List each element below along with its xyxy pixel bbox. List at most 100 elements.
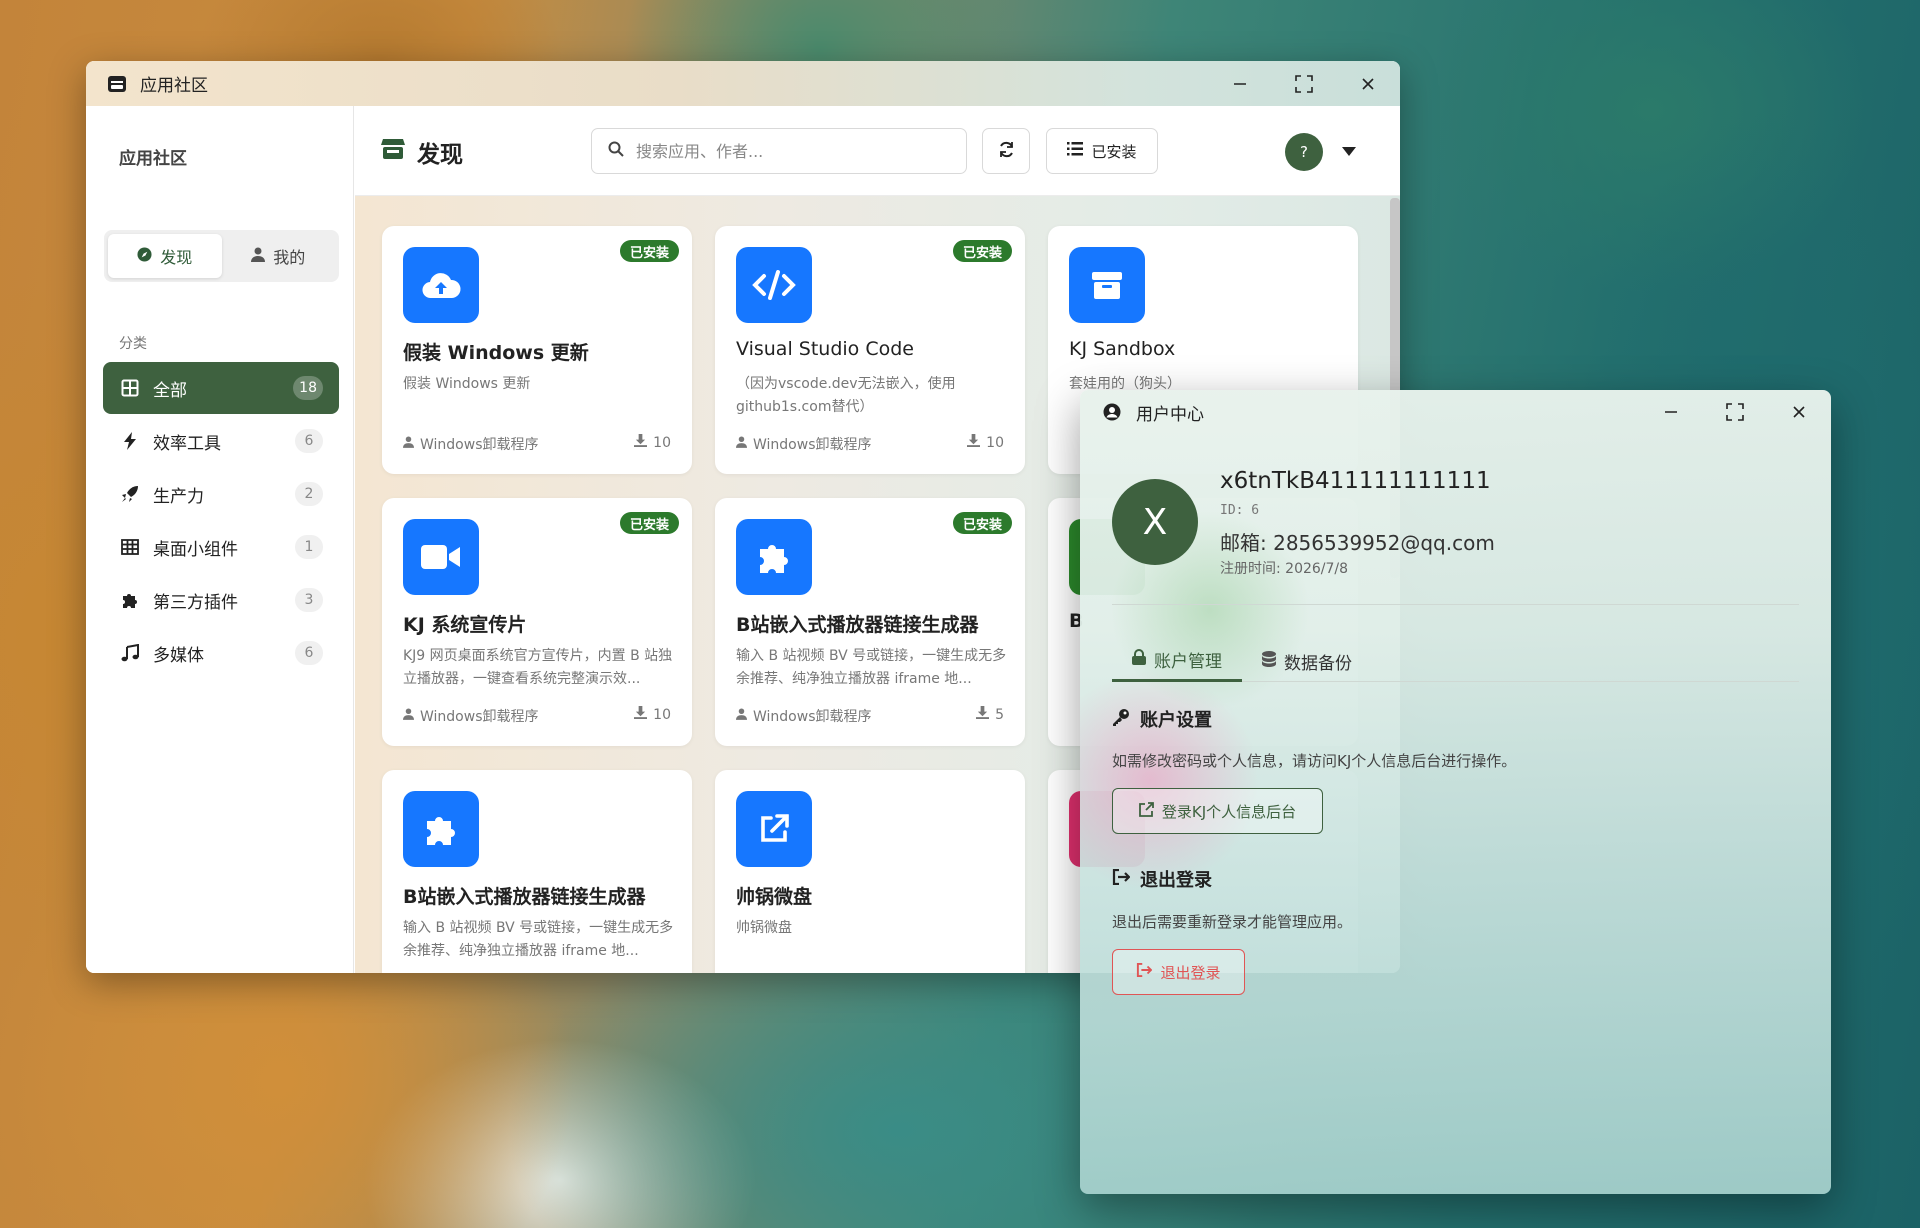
category-plugins[interactable]: 第三方插件 3 <box>103 574 339 626</box>
download-count: 10 <box>634 706 671 723</box>
installed-badge: 已安装 <box>619 512 679 534</box>
code-icon <box>736 247 812 323</box>
tab-account-management[interactable]: 账户管理 <box>1112 640 1242 682</box>
app-card[interactable]: 已安装 假装 Windows 更新 假装 Windows 更新 Windows卸… <box>382 226 692 474</box>
segment-label: 发现 <box>160 248 193 267</box>
category-label: 效率工具 <box>153 433 221 454</box>
puzzle-icon <box>736 519 812 595</box>
category-multimedia[interactable]: 多媒体 6 <box>103 627 339 679</box>
app-card[interactable]: B站嵌入式播放器链接生成器 输入 B 站视频 BV 号或链接，一键生成无多余推荐… <box>382 770 692 973</box>
search-icon <box>608 141 624 161</box>
user-circle-icon <box>1102 402 1122 422</box>
app-description: 假装 Windows 更新 <box>403 376 531 392</box>
app-author: Windows卸载程序 <box>736 434 872 454</box>
segment-discover[interactable]: 发现 <box>108 234 222 278</box>
user-icon <box>251 247 266 266</box>
button-label: 退出登录 <box>1160 963 1221 982</box>
category-count: 18 <box>293 376 323 400</box>
user-center-titlebar[interactable]: 用户中心 <box>1080 390 1831 434</box>
close-button[interactable] <box>1336 61 1400 106</box>
search-input[interactable] <box>636 141 936 161</box>
maximize-button[interactable] <box>1272 61 1336 106</box>
key-icon <box>1112 708 1130 731</box>
button-label: 登录KJ个人信息后台 <box>1161 802 1297 821</box>
search-box[interactable] <box>591 128 967 174</box>
app-description: KJ9 网页桌面系统官方宣传片，内置 B 站独立播放器，一键查看系统完整演示效.… <box>403 648 673 687</box>
download-icon <box>967 434 981 451</box>
download-icon <box>634 434 648 451</box>
logout-button[interactable]: 退出登录 <box>1112 949 1245 995</box>
installed-filter-button[interactable]: 已安装 <box>1046 128 1158 174</box>
download-icon <box>976 706 990 723</box>
app-description: （因为vscode.dev无法嵌入，使用github1s.com替代） <box>736 376 956 415</box>
author-name: Windows卸载程序 <box>753 709 872 725</box>
cloud-upload-icon <box>403 247 479 323</box>
rocket-icon <box>119 485 141 503</box>
open-profile-backend-button[interactable]: 登录KJ个人信息后台 <box>1112 788 1323 834</box>
grid-icon <box>119 379 141 397</box>
user-icon <box>736 708 747 724</box>
tab-label: 数据备份 <box>1284 653 1352 674</box>
external-link-icon <box>736 791 812 867</box>
tab-label: 账户管理 <box>1154 652 1222 672</box>
main-header: 发现 已安装 ? <box>355 106 1400 196</box>
category-productivity[interactable]: 生产力 2 <box>103 468 339 520</box>
app-author: Windows卸载程序 <box>403 434 539 454</box>
user-icon <box>403 708 414 724</box>
category-widgets[interactable]: 桌面小组件 1 <box>103 521 339 573</box>
user-center-window: 用户中心 X x6tnTkB411111111111 ID: 6 邮箱: 285… <box>1080 390 1831 1194</box>
store-icon <box>381 138 405 166</box>
installed-badge: 已安装 <box>952 240 1012 262</box>
user-center-title: 用户中心 <box>1136 404 1204 425</box>
list-icon <box>1067 142 1084 160</box>
tab-data-backup[interactable]: 数据备份 <box>1242 640 1372 682</box>
app-description: 输入 B 站视频 BV 号或链接，一键生成无多余推荐、纯净独立播放器 ifram… <box>736 648 1007 687</box>
compass-icon <box>137 246 152 266</box>
download-count: 5 <box>976 706 1004 723</box>
app-card[interactable]: 已安装 Visual Studio Code （因为vscode.dev无法嵌入… <box>715 226 1025 474</box>
minimize-button[interactable] <box>1208 61 1272 106</box>
user-center-tabs: 账户管理 数据备份 <box>1112 640 1799 682</box>
registration-date: 注册时间: 2026/7/8 <box>1220 561 1349 577</box>
video-icon <box>403 519 479 595</box>
category-all[interactable]: 全部 18 <box>103 362 339 414</box>
database-icon <box>1262 650 1276 672</box>
segment-mine[interactable]: 我的 <box>222 234 336 278</box>
author-name: Windows卸载程序 <box>753 437 872 453</box>
page-title-text: 发现 <box>417 142 463 168</box>
installed-label: 已安装 <box>1091 142 1137 161</box>
external-link-icon <box>1138 801 1154 821</box>
download-number: 10 <box>986 434 1004 451</box>
category-section-label: 分类 <box>119 336 147 352</box>
category-efficiency[interactable]: 效率工具 6 <box>103 415 339 467</box>
sign-out-icon <box>1136 962 1153 981</box>
section-title-text: 账户设置 <box>1140 710 1212 731</box>
app-name: KJ Sandbox <box>1069 338 1176 360</box>
app-card[interactable]: 已安装 B站嵌入式播放器链接生成器 输入 B 站视频 BV 号或链接，一键生成无… <box>715 498 1025 746</box>
close-button[interactable] <box>1767 390 1831 434</box>
category-count: 6 <box>295 429 323 453</box>
box-icon <box>1069 247 1145 323</box>
category-label: 生产力 <box>153 486 204 507</box>
user-icon <box>736 436 747 452</box>
music-icon <box>119 644 141 662</box>
segment-label: 我的 <box>273 248 306 267</box>
app-description: 输入 B 站视频 BV 号或链接，一键生成无多余推荐、纯净独立播放器 ifram… <box>403 920 674 959</box>
app-name: Visual Studio Code <box>736 338 914 360</box>
app-card[interactable]: 帅锅微盘 帅锅微盘 <box>715 770 1025 973</box>
download-number: 5 <box>995 706 1004 723</box>
app-card[interactable]: 已安装 KJ 系统宣传片 KJ9 网页桌面系统官方宣传片，内置 B 站独立播放器… <box>382 498 692 746</box>
account-settings-text: 如需修改密码或个人信息，请访问KJ个人信息后台进行操作。 <box>1112 752 1517 770</box>
chevron-down-icon[interactable] <box>1339 141 1359 161</box>
window-titlebar[interactable]: 应用社区 <box>86 61 1400 106</box>
category-label: 全部 <box>153 380 187 401</box>
minimize-button[interactable] <box>1639 390 1703 434</box>
sign-out-icon <box>1112 868 1131 890</box>
help-button[interactable]: ? <box>1285 133 1323 171</box>
refresh-button[interactable] <box>982 128 1030 174</box>
logout-text: 退出后需要重新登录才能管理应用。 <box>1112 913 1353 931</box>
maximize-button[interactable] <box>1703 390 1767 434</box>
puzzle-icon <box>403 791 479 867</box>
section-title-text: 退出登录 <box>1140 870 1212 891</box>
download-icon <box>634 706 648 723</box>
